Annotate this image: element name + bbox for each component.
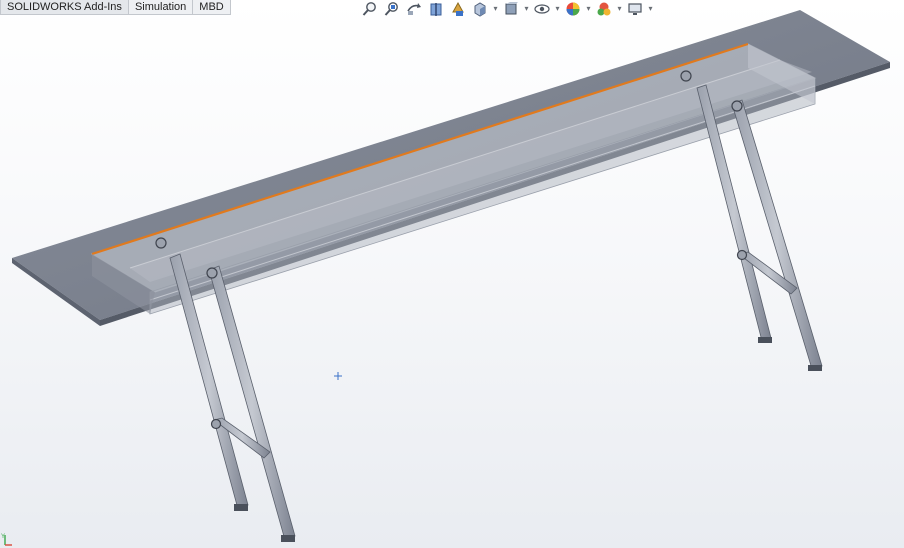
chevron-down-icon[interactable]: ▾ [585,0,592,17]
chevron-down-icon[interactable]: ▾ [492,0,499,17]
left-leg-assembly[interactable] [169,253,296,542]
reference-triad-icon: Y [1,534,12,546]
right-leg-assembly[interactable] [696,84,823,371]
tab-solidworks-add-ins[interactable]: SOLIDWORKS Add-Ins [0,0,129,15]
svg-text:Y: Y [1,534,5,540]
dynamic-annotation-views-icon[interactable] [448,0,468,17]
graphics-area[interactable] [0,0,904,548]
origin-marker [334,372,342,380]
command-manager-tabs: SOLIDWORKS Add-Ins Simulation MBD [0,0,231,15]
chevron-down-icon[interactable]: ▾ [523,0,530,17]
heads-up-view-toolbar: ▾ ▾ ▾ ▾ ▾ ▾ [360,0,654,17]
apply-scene-icon[interactable] [594,0,614,17]
hide-show-items-icon[interactable] [532,0,552,17]
view-settings-icon[interactable] [625,0,645,17]
tab-mbd[interactable]: MBD [193,0,231,15]
edit-appearance-icon[interactable] [563,0,583,17]
zoom-to-fit-icon[interactable] [360,0,380,17]
tab-simulation[interactable]: Simulation [128,0,194,15]
bench-model[interactable] [12,10,890,542]
rail-beam[interactable] [90,42,817,315]
zoom-to-area-icon[interactable] [382,0,402,17]
chevron-down-icon[interactable]: ▾ [616,0,623,17]
chevron-down-icon[interactable]: ▾ [647,0,654,17]
section-view-icon[interactable] [426,0,446,17]
previous-view-icon[interactable] [404,0,424,17]
chevron-down-icon[interactable]: ▾ [554,0,561,17]
display-style-icon[interactable] [501,0,521,17]
view-orientation-icon[interactable] [470,0,490,17]
